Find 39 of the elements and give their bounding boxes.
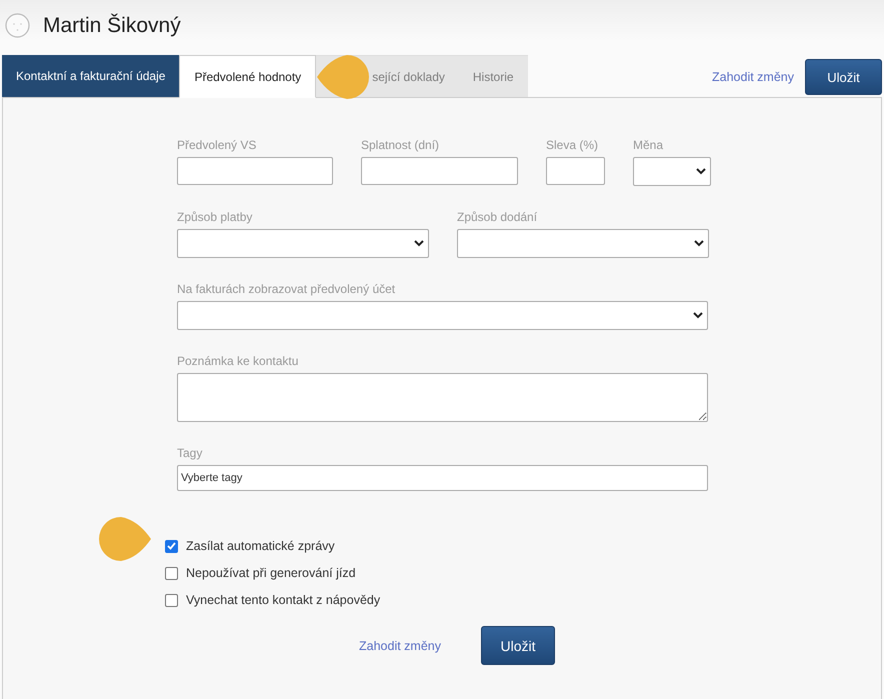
select-field[interactable] bbox=[633, 157, 711, 186]
avatar-icon bbox=[5, 13, 30, 38]
check-icon bbox=[167, 542, 176, 550]
field-label: Na fakturách zobrazovat předvolený účet bbox=[177, 282, 396, 296]
chevron-down-icon bbox=[693, 312, 703, 319]
text-input[interactable] bbox=[177, 157, 333, 185]
field-label: Sleva (%) bbox=[546, 138, 600, 152]
checkbox-label: Vynechat tento kontakt z nápovědy bbox=[186, 593, 380, 607]
discard-link[interactable]: Zahodit změny bbox=[359, 638, 441, 652]
text-input[interactable] bbox=[361, 157, 518, 185]
tab[interactable]: Kontaktní a fakturační údaje bbox=[2, 55, 180, 97]
chevron-down-icon bbox=[696, 168, 706, 175]
field-label: Poznámka ke kontaktu bbox=[177, 354, 300, 368]
save-button[interactable]: Uložit bbox=[480, 626, 555, 665]
field-label: Měna bbox=[633, 138, 664, 152]
save-button[interactable]: Uložit bbox=[805, 59, 882, 95]
checkbox-label: Zasílat automatické zprávy bbox=[186, 539, 335, 553]
checkbox[interactable] bbox=[165, 540, 178, 552]
checkbox-label: Nepoužívat při generování jízd bbox=[186, 566, 356, 580]
tags-input[interactable]: Vyberte tagy bbox=[177, 465, 708, 491]
tab[interactable]: Předvolené hodnoty bbox=[179, 55, 316, 98]
text-input[interactable] bbox=[546, 157, 605, 185]
contact-name: Martin Šikovný bbox=[43, 14, 181, 38]
note-textarea[interactable] bbox=[177, 373, 708, 422]
checkbox[interactable] bbox=[165, 594, 178, 606]
discard-link[interactable]: Zahodit změny bbox=[712, 70, 794, 84]
callout-marker bbox=[316, 54, 370, 100]
field-label: Způsob platby bbox=[177, 210, 254, 224]
field-label: Předvolený VS bbox=[177, 138, 258, 152]
checkbox[interactable] bbox=[165, 566, 178, 580]
field-label: Splatnost (dní) bbox=[361, 138, 440, 152]
select-field[interactable] bbox=[457, 229, 709, 258]
chevron-down-icon bbox=[414, 240, 424, 247]
select-field[interactable] bbox=[177, 301, 708, 330]
callout-marker bbox=[98, 516, 152, 562]
chevron-down-icon bbox=[694, 240, 704, 247]
select-field[interactable] bbox=[177, 229, 429, 258]
field-label: Tagy bbox=[177, 446, 204, 460]
field-label: Způsob dodání bbox=[457, 210, 538, 224]
